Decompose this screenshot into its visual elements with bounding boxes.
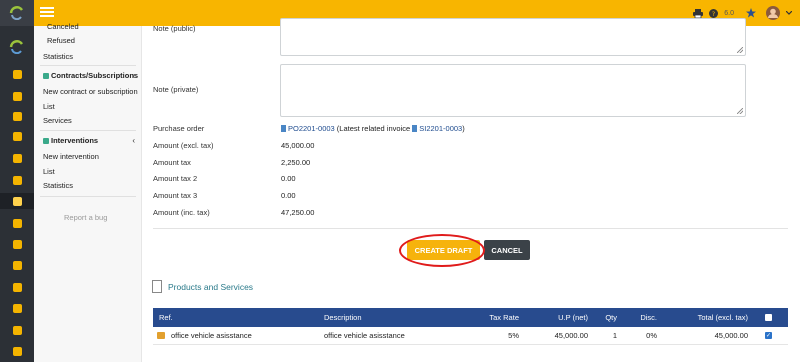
- menu-separator: [40, 130, 136, 131]
- svg-text:?: ?: [712, 10, 715, 18]
- note-private-label: Note (private): [153, 85, 199, 94]
- menu-item-contract-list[interactable]: List: [43, 102, 55, 111]
- purchase-order-value: PO2201-0003 (Latest related invoice SI22…: [281, 124, 465, 133]
- version-label: 6.0: [724, 9, 734, 17]
- users-icon[interactable]: [0, 88, 34, 104]
- invoice-link[interactable]: SI2201-0003: [419, 124, 462, 133]
- chevron-down-icon[interactable]: [786, 11, 792, 15]
- box-icon[interactable]: [0, 128, 34, 144]
- col-total-header: Total (excl. tax): [697, 313, 748, 322]
- document-icon: [281, 125, 286, 132]
- icon-rail: [0, 0, 34, 362]
- documents-icon[interactable]: [0, 300, 34, 316]
- hrm-icon[interactable]: [0, 279, 34, 295]
- product-total: 45,000.00: [714, 331, 748, 340]
- col-description-header: Description: [324, 313, 362, 322]
- product-ref[interactable]: office vehicle asisstance: [171, 331, 252, 340]
- product-description: office vehicle asisstance: [324, 331, 405, 340]
- menu-item-intervention-statistics[interactable]: Statistics: [43, 181, 73, 190]
- product-disc: 0%: [646, 331, 657, 340]
- menu-item-intervention-list[interactable]: List: [43, 167, 55, 176]
- app-logo-icon[interactable]: [0, 0, 34, 26]
- menu-separator: [40, 65, 136, 66]
- amount-inc-value: 47,250.00: [281, 208, 315, 217]
- chevron-left-icon[interactable]: ‹: [132, 71, 135, 80]
- building-icon[interactable]: [0, 108, 34, 124]
- amount-tax2-value: 0.00: [281, 174, 296, 183]
- project-icon[interactable]: [0, 150, 34, 166]
- amount-excl-value: 45,000.00: [281, 141, 315, 150]
- mail-icon[interactable]: [0, 343, 34, 359]
- amount-tax-label: Amount tax: [153, 158, 191, 167]
- purchase-order-link[interactable]: PO2201-0003: [288, 124, 335, 133]
- user-avatar[interactable]: [766, 6, 780, 20]
- note-public-label: Note (public): [153, 24, 196, 33]
- amount-tax3-value: 0.00: [281, 191, 296, 200]
- table-header: Ref. Description Tax Rate U.P (net) Qty …: [153, 308, 788, 327]
- file-icon: [152, 280, 162, 293]
- commercial-icon[interactable]: [0, 193, 34, 209]
- product-up: 45,000.00: [554, 331, 588, 340]
- purchase-order-text: (Latest related invoice: [334, 124, 413, 133]
- product-qty: 1: [612, 331, 617, 340]
- hamburger-menu-icon[interactable]: [40, 5, 54, 19]
- menu-item-refused[interactable]: Refused: [47, 36, 75, 45]
- products-section-title: Products and Services: [168, 282, 254, 292]
- purchase-order-label: Purchase order: [153, 124, 205, 133]
- menu-item-new-intervention[interactable]: New intervention: [43, 152, 99, 161]
- company-logo-icon: [0, 36, 34, 58]
- document-icon: [412, 125, 418, 132]
- amount-tax2-label: Amount tax 2: [153, 174, 198, 183]
- cancel-button[interactable]: CANCEL: [484, 240, 530, 260]
- menu-header-contracts[interactable]: Contracts/Subscriptions: [43, 71, 138, 80]
- note-private-textarea[interactable]: [280, 64, 746, 117]
- report-bug-link[interactable]: Report a bug: [64, 213, 107, 222]
- col-tax-rate-header: Tax Rate: [489, 313, 519, 322]
- amount-inc-label: Amount (inc. tax): [153, 208, 210, 217]
- chevron-left-icon[interactable]: ‹: [132, 136, 135, 145]
- left-menu: Canceled Refused Statistics Contracts/Su…: [34, 22, 142, 362]
- table-row[interactable]: office vehicle asisstance office vehicle…: [153, 327, 788, 345]
- print-icon[interactable]: [693, 8, 704, 18]
- col-ref-header: Ref.: [159, 313, 173, 322]
- amount-excl-label: Amount (excl. tax): [153, 141, 214, 150]
- bookmark-star-icon[interactable]: [746, 8, 756, 18]
- form-divider: [153, 228, 788, 229]
- product-cell: office vehicle asisstance: [157, 327, 252, 344]
- home-icon[interactable]: [0, 66, 34, 82]
- menu-header-interventions[interactable]: Interventions: [43, 136, 98, 145]
- row-checkbox[interactable]: ✓: [765, 327, 772, 344]
- menu-header-interventions-label: Interventions: [51, 136, 99, 145]
- note-public-textarea[interactable]: [280, 18, 746, 56]
- menu-item-statistics[interactable]: Statistics: [43, 52, 73, 61]
- col-up-header: U.P (net): [558, 313, 588, 322]
- amount-tax-value: 2,250.00: [281, 158, 311, 167]
- product-tax-rate: 5%: [508, 331, 519, 340]
- menu-separator: [40, 196, 136, 197]
- products-table: Ref. Description Tax Rate U.P (net) Qty …: [153, 308, 788, 345]
- accounting-icon[interactable]: [0, 257, 34, 273]
- help-icon[interactable]: ?: [709, 8, 719, 18]
- menu-item-canceled[interactable]: Canceled: [47, 22, 79, 31]
- col-disc-header: Disc.: [640, 313, 657, 322]
- menu-item-services[interactable]: Services: [43, 116, 72, 125]
- agenda-icon[interactable]: [0, 322, 34, 338]
- contract-icon: [43, 72, 49, 79]
- col-qty-header: Qty: [605, 313, 617, 322]
- product-box-icon: [157, 332, 165, 339]
- purchase-order-text-end: ): [462, 124, 465, 133]
- select-all-checkbox[interactable]: [765, 308, 772, 327]
- menu-item-new-contract[interactable]: New contract or subscription: [43, 87, 138, 96]
- menu-header-contracts-label: Contracts/Subscriptions: [51, 71, 139, 80]
- billing-icon[interactable]: [0, 215, 34, 231]
- highlight-ellipse: [399, 234, 485, 267]
- amount-tax3-label: Amount tax 3: [153, 191, 198, 200]
- intervention-icon: [43, 137, 49, 144]
- network-icon[interactable]: [0, 172, 34, 188]
- bank-icon[interactable]: [0, 236, 34, 252]
